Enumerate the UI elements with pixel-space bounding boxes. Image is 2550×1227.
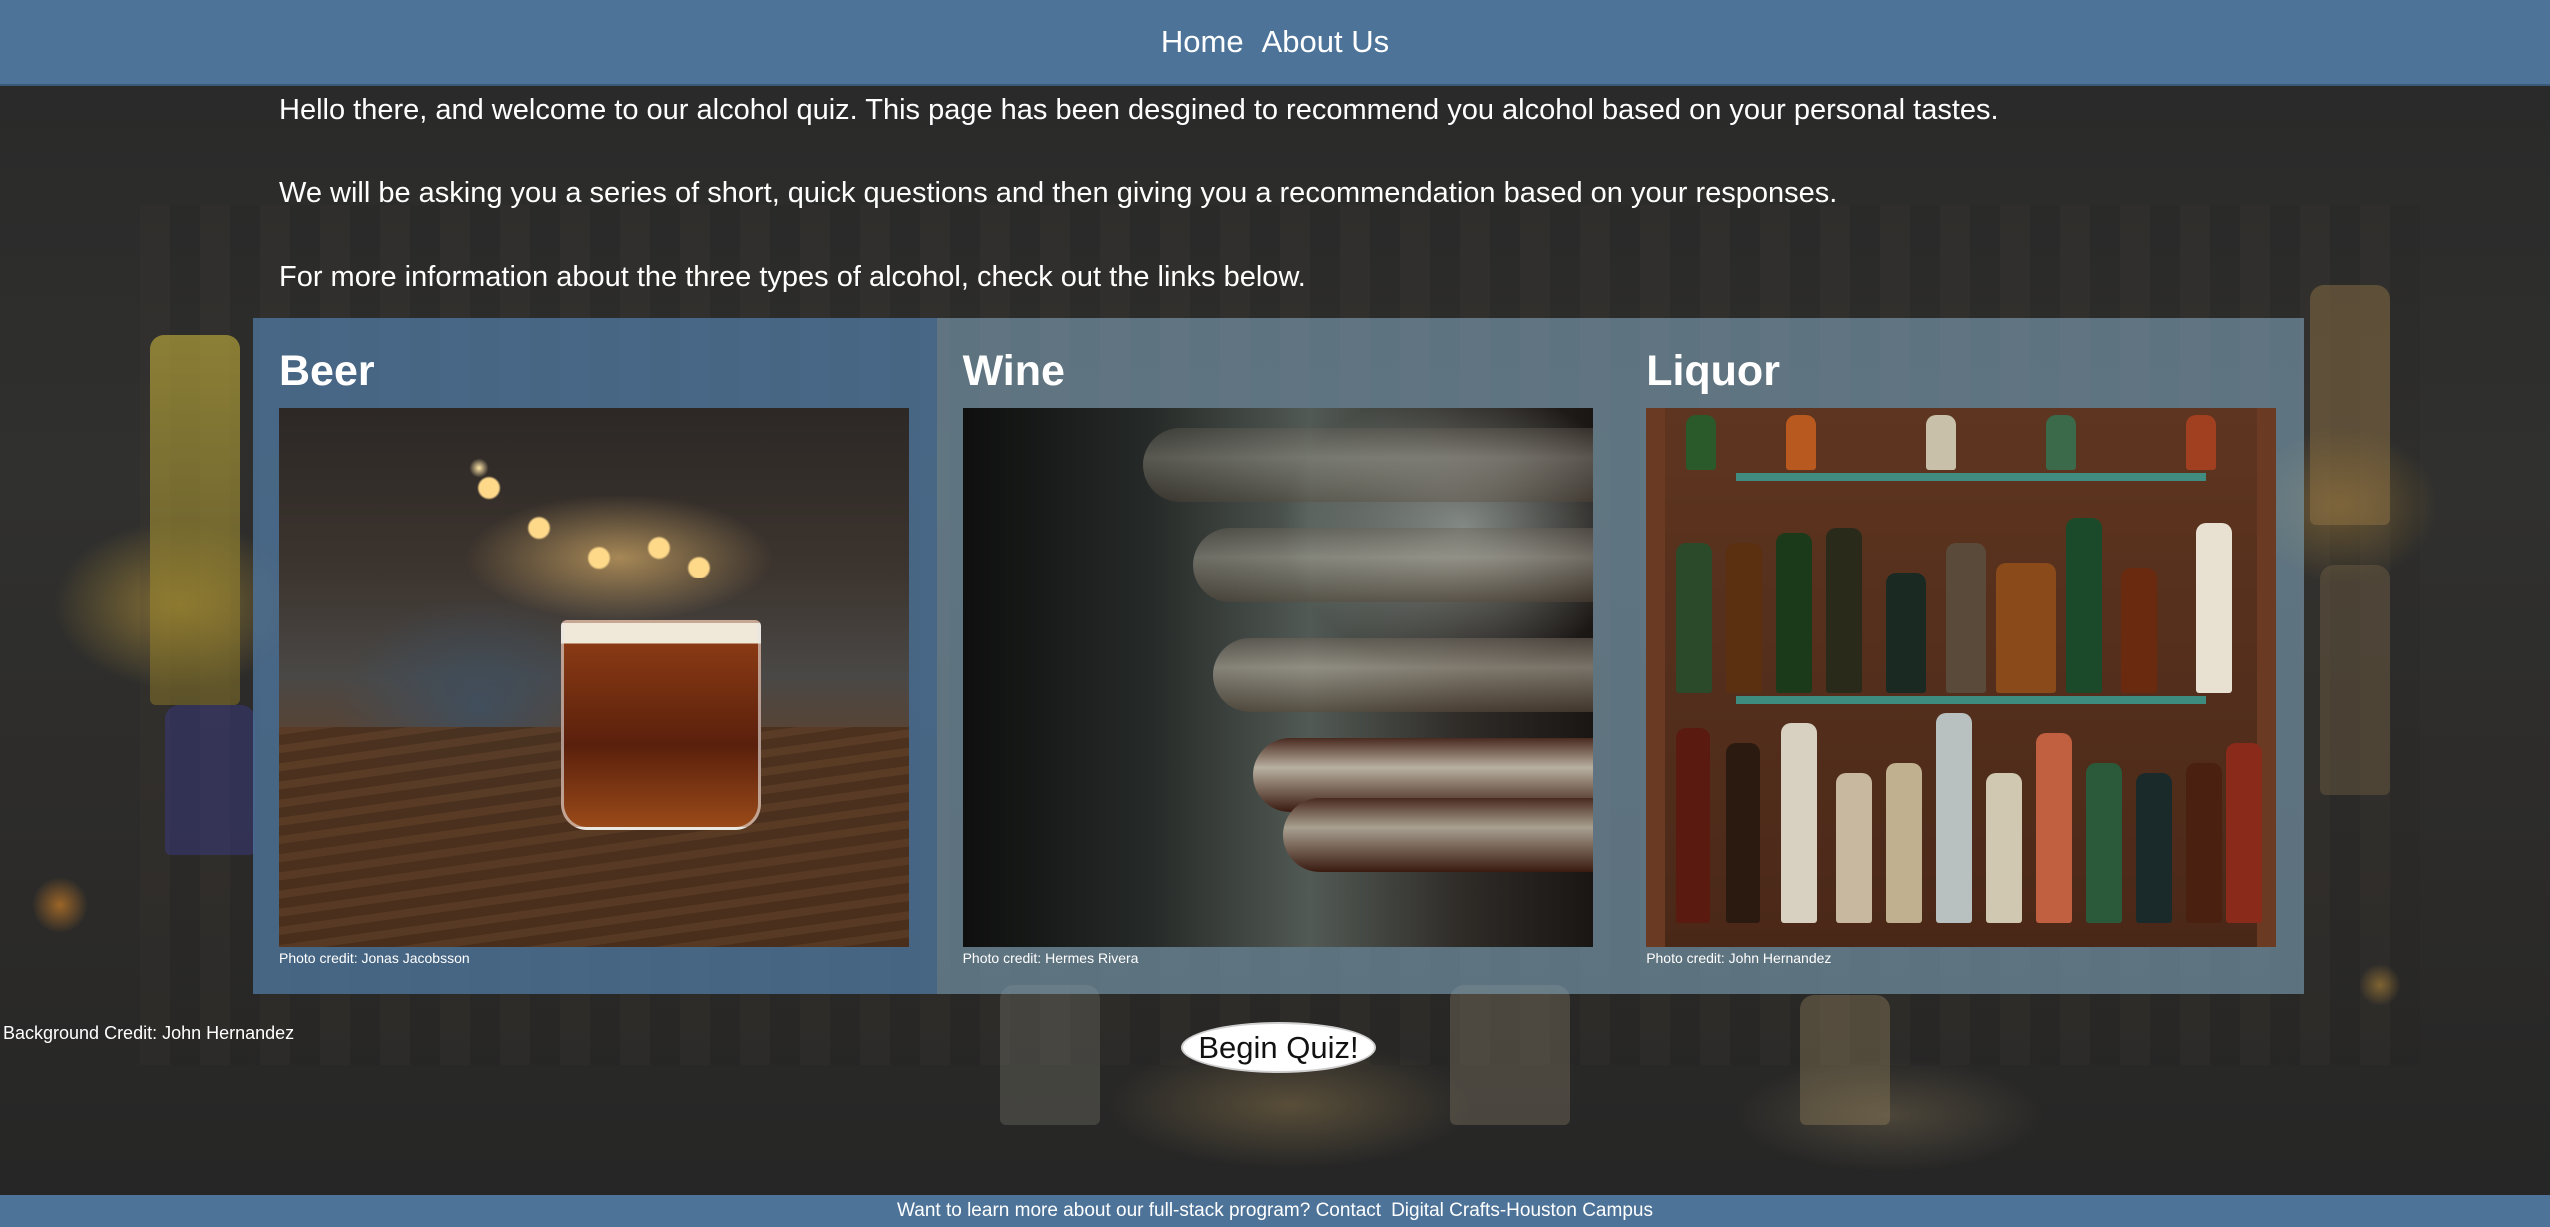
nav-link-about-us[interactable]: About Us — [1262, 24, 1390, 60]
background-bottle — [165, 705, 255, 855]
background-bottle — [1800, 995, 1890, 1125]
footer: Want to learn more about our full-stack … — [0, 1195, 2550, 1227]
liquor-bottle — [1886, 763, 1923, 923]
liquor-bottle — [1886, 573, 1927, 693]
liquor-bottle — [1996, 563, 2057, 693]
photo-credit-beer: Photo credit: Jonas Jacobsson — [279, 950, 470, 966]
liquor-bottle — [2086, 763, 2123, 923]
background-credit: Background Credit: John Hernandez — [3, 1023, 295, 1043]
liquor-bottle — [1936, 713, 1973, 923]
liquor-bottle — [2136, 773, 2173, 923]
liquor-bottle — [1676, 728, 1711, 923]
liquor-bottle — [1686, 415, 1717, 470]
intro-paragraph-welcome: Hello there, and welcome to our alcohol … — [279, 94, 1999, 126]
card-wine[interactable]: Wine Photo credit: Hermes Rivera — [936, 318, 1621, 994]
liquor-photo[interactable] — [1646, 408, 2277, 947]
background-bottle — [1000, 985, 1100, 1125]
intro-paragraph-questions: We will be asking you a series of short,… — [279, 177, 1838, 209]
card-beer[interactable]: Beer Photo credit: Jonas Jacobsson — [253, 318, 937, 994]
photo-credit-wine: Photo credit: Hermes Rivera — [962, 950, 1139, 966]
liquor-bottle — [1726, 743, 1761, 923]
beer-photo-glass — [561, 620, 761, 830]
liquor-bottle — [2196, 523, 2233, 693]
wine-photo-bottle — [1282, 798, 1593, 872]
card-liquor[interactable]: Liquor Photo credit: John Hernandez — [1620, 318, 2304, 994]
intro-paragraph-links: For more information about the three typ… — [279, 261, 1306, 293]
footer-contact-link[interactable]: Digital Crafts-Houston Campus — [1391, 1200, 1653, 1222]
liquor-photo-top-row — [1666, 408, 2256, 470]
beer-photo[interactable] — [279, 408, 909, 947]
wine-photo-bottle — [1142, 428, 1593, 502]
liquor-bottle — [1986, 773, 2023, 923]
liquor-bottle — [1726, 543, 1763, 693]
wine-photo-bottle — [1212, 638, 1593, 712]
liquor-bottle — [1826, 528, 1863, 693]
liquor-bottle — [1836, 773, 1873, 923]
wine-photo-bottle — [1192, 528, 1593, 602]
card-title-wine[interactable]: Wine — [963, 345, 1595, 397]
liquor-photo-shelf — [1736, 696, 2207, 704]
beer-photo-lights — [459, 468, 719, 578]
liquor-bottle — [1781, 723, 1818, 923]
liquor-bottle — [2186, 763, 2223, 923]
background-bottle — [2320, 565, 2390, 795]
alcohol-type-cards: Beer Photo credit: Jonas Jacobsson Wine … — [253, 318, 2304, 994]
begin-quiz-button[interactable]: Begin Quiz! — [1181, 1022, 1376, 1073]
background-bottle — [150, 335, 240, 705]
card-title-beer[interactable]: Beer — [279, 345, 911, 397]
liquor-bottle — [1786, 415, 1817, 470]
liquor-photo-middle-row — [1666, 518, 2256, 693]
liquor-photo-shelf — [1736, 473, 2207, 481]
liquor-bottle — [2226, 743, 2263, 923]
liquor-bottle — [2121, 568, 2158, 693]
background-bottle — [2310, 285, 2390, 525]
liquor-bottle — [2186, 415, 2217, 470]
liquor-bottle — [1946, 543, 1987, 693]
footer-text: Want to learn more about our full-stack … — [897, 1200, 1382, 1221]
top-nav: Home About Us — [0, 0, 2550, 86]
liquor-photo-bottom-row — [1666, 708, 2263, 923]
nav-link-home[interactable]: Home — [1161, 24, 1244, 60]
liquor-bottle — [1776, 533, 1813, 693]
liquor-bottle — [1926, 415, 1957, 470]
card-title-liquor[interactable]: Liquor — [1646, 345, 2278, 397]
intro-section: Hello there, and welcome to our alcohol … — [279, 92, 2279, 343]
liquor-bottle — [2036, 733, 2073, 923]
liquor-bottle — [1676, 543, 1713, 693]
wine-photo[interactable] — [962, 408, 1593, 947]
liquor-bottle — [2066, 518, 2103, 693]
liquor-bottle — [2046, 415, 2077, 470]
photo-credit-liquor: Photo credit: John Hernandez — [1646, 950, 1832, 966]
background-bottle — [1450, 985, 1570, 1125]
